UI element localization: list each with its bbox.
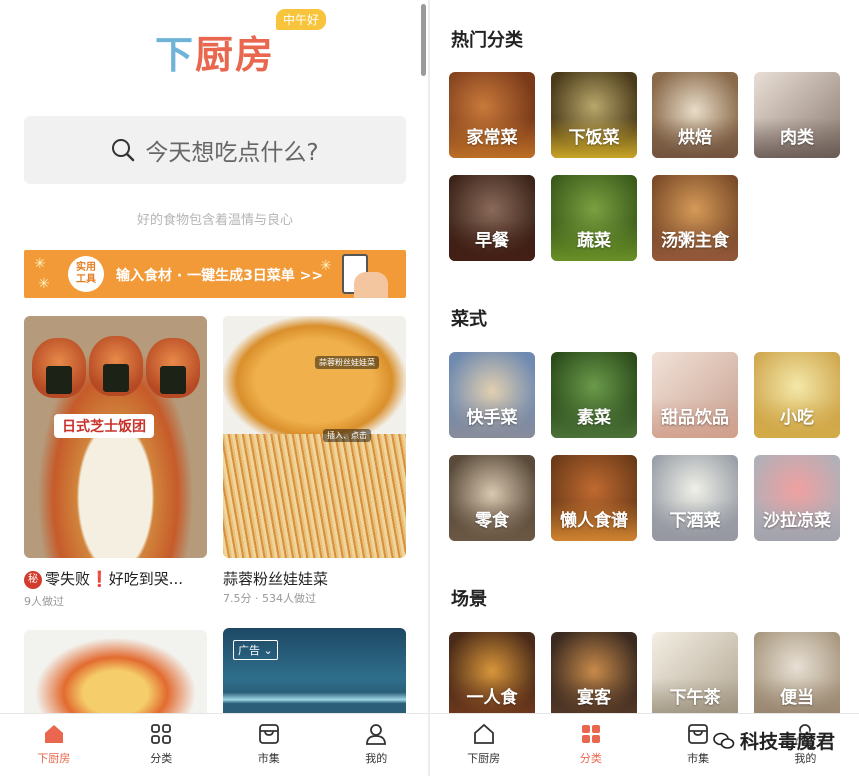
category-tile[interactable]: 零食 — [449, 455, 535, 541]
recipe-image-soup[interactable] — [24, 630, 207, 720]
search-placeholder: 今天想吃点什么? — [145, 140, 319, 166]
tab-home[interactable]: 下厨房 — [0, 714, 108, 776]
category-tile[interactable]: 一人食 — [449, 632, 535, 718]
category-tile[interactable]: 甜品饮品 — [652, 352, 738, 438]
category-tile[interactable]: 早餐 — [449, 175, 535, 261]
section-title-hot: 热门分类 — [451, 30, 523, 51]
category-tile[interactable]: 家常菜 — [449, 72, 535, 158]
section-title-scene: 场景 — [451, 589, 487, 610]
sparkle-icon: ✳ — [34, 256, 46, 272]
category-tile[interactable]: 便当 — [754, 632, 840, 718]
secret-badge: 秘 — [24, 571, 42, 589]
category-tile[interactable]: 小吃 — [754, 352, 840, 438]
recipe-image-rice-ball[interactable]: 日式芝士饭团 — [24, 316, 207, 558]
store-icon — [258, 724, 279, 744]
wechat-icon — [713, 732, 735, 749]
rice-ball-illustration — [89, 336, 143, 396]
app-logo: 下厨房 — [155, 24, 275, 79]
rice-ball-illustration — [32, 338, 86, 398]
tab-label: 市集 — [257, 752, 280, 765]
recipe-meta: 7.5分 · 534人做过 — [223, 592, 316, 605]
ad-card[interactable]: 广告 ⌄ — [223, 628, 406, 720]
store-icon — [688, 724, 709, 744]
category-tile[interactable]: 懒人食谱 — [551, 455, 637, 541]
watermark: 科技毒魔君 — [712, 727, 835, 754]
tab-category[interactable]: 分类 — [537, 714, 644, 776]
home-icon — [44, 725, 63, 743]
recipe-title[interactable]: 蒜蓉粉丝娃娃菜 — [223, 568, 328, 589]
category-tile[interactable]: 下午茶 — [652, 632, 738, 718]
category-tile[interactable]: 宴客 — [551, 632, 637, 718]
category-tile[interactable]: 烘焙 — [652, 72, 738, 158]
tool-badge: 实用工具 — [68, 256, 104, 292]
rice-ball-illustration — [146, 338, 200, 398]
home-screen: 下厨房 中午好 今天想吃点什么? 好的食物包含着温情与良心 ✳ ✳ ✳ 实用工具… — [0, 0, 430, 776]
category-tile[interactable]: 汤粥主食 — [652, 175, 738, 261]
tab-market[interactable]: 市集 — [215, 714, 323, 776]
recipe-image-noodles[interactable]: 蒜蓉粉丝娃娃菜 插入、点击 — [223, 316, 406, 558]
home-icon — [473, 723, 494, 744]
category-tile[interactable]: 沙拉凉菜 — [754, 455, 840, 541]
sparkle-icon: ✳ — [38, 276, 50, 292]
category-screen: 热门分类 菜式 场景 家常菜 下饭菜 烘焙 肉类 早餐 蔬菜 汤粥主食 快手菜 … — [430, 0, 859, 776]
slogan: 好的食物包含着温情与良心 — [136, 213, 293, 228]
recipe-title[interactable]: 秘零失败❗好吃到哭... — [24, 568, 183, 589]
tab-category[interactable]: 分类 — [108, 714, 216, 776]
image-tag: 蒜蓉粉丝娃娃菜 — [315, 356, 379, 369]
grid-icon — [151, 724, 172, 744]
banner-text: 输入食材 · 一键生成3日菜单 >> — [116, 268, 324, 284]
exclamation-icon: ❗ — [90, 570, 109, 588]
greeting-badge: 中午好 — [276, 9, 327, 30]
category-tile[interactable]: 快手菜 — [449, 352, 535, 438]
hand-illustration — [354, 272, 388, 298]
tab-home[interactable]: 下厨房 — [430, 714, 537, 776]
tab-label: 市集 — [687, 752, 710, 765]
category-tile[interactable]: 肉类 — [754, 72, 840, 158]
category-tile[interactable]: 蔬菜 — [551, 175, 637, 261]
category-tile[interactable]: 素菜 — [551, 352, 637, 438]
image-tag: 插入、点击 — [323, 429, 371, 442]
tab-label: 我的 — [365, 752, 388, 765]
recipe-meta: 9人做过 — [24, 595, 64, 608]
tab-label: 分类 — [579, 752, 602, 765]
logo-char-1: 下 — [155, 33, 196, 77]
logo-char-2: 厨 — [195, 33, 236, 77]
tab-label: 分类 — [150, 752, 173, 765]
tab-profile[interactable]: 我的 — [323, 714, 431, 776]
dish-illustration — [223, 316, 406, 434]
scrollbar[interactable] — [421, 4, 426, 76]
search-bar[interactable]: 今天想吃点什么? — [24, 116, 406, 184]
tab-label: 下厨房 — [37, 752, 71, 765]
logo-char-3: 房 — [235, 33, 276, 77]
promo-banner[interactable]: ✳ ✳ ✳ 实用工具 输入食材 · 一键生成3日菜单 >> — [24, 250, 406, 298]
watermark-text: 科技毒魔君 — [739, 731, 835, 753]
user-icon — [366, 724, 387, 745]
section-title-style: 菜式 — [451, 309, 487, 330]
tab-bar: 下厨房 分类 市集 我的 — [0, 713, 430, 776]
search-icon — [112, 139, 135, 162]
grid-icon — [581, 725, 600, 743]
category-tile[interactable]: 下饭菜 — [551, 72, 637, 158]
image-caption: 日式芝士饭团 — [54, 414, 154, 438]
tab-label: 下厨房 — [467, 752, 501, 765]
ad-tag[interactable]: 广告 ⌄ — [233, 640, 278, 660]
category-tile[interactable]: 下酒菜 — [652, 455, 738, 541]
